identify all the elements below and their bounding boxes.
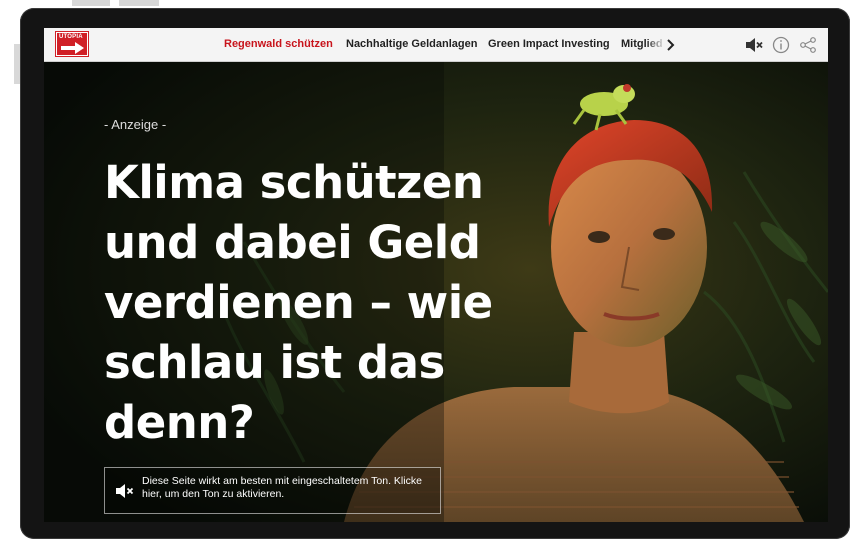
decorative-bar <box>72 0 110 6</box>
decorative-bar <box>119 0 159 6</box>
tablet-screen: UTOPIA Regenwald schützen Nachhaltige Ge… <box>44 28 828 522</box>
ad-label: - Anzeige - <box>104 117 167 132</box>
headline-line: und dabei Geld <box>104 216 481 269</box>
nav-link-regenwald[interactable]: Regenwald schützen <box>224 38 333 50</box>
headline-line: schlau ist das <box>104 336 445 389</box>
hero-section: - Anzeige - Klima schützen und dabei Gel… <box>44 62 828 522</box>
logo-text: UTOPIA <box>59 34 83 40</box>
nav-link-impact-investing[interactable]: Green Impact Investing <box>488 38 610 50</box>
info-icon[interactable] <box>771 35 791 55</box>
nav-link-geldanlagen[interactable]: Nachhaltige Geldanlagen <box>346 38 477 50</box>
hero-headline: Klima schützen und dabei Geld verdienen … <box>104 153 574 453</box>
headline-line: Klima schützen <box>104 156 484 209</box>
top-navigation-bar: UTOPIA Regenwald schützen Nachhaltige Ge… <box>44 28 828 62</box>
headline-line: verdienen – wie <box>104 276 493 329</box>
utopia-logo[interactable]: UTOPIA <box>56 32 88 56</box>
headline-line: denn? <box>104 396 255 449</box>
share-icon[interactable] <box>798 35 818 55</box>
speaker-muted-icon <box>116 484 134 498</box>
logo-arrow-icon <box>61 42 84 54</box>
enable-sound-button[interactable]: Diese Seite wirkt am besten mit eingesch… <box>104 467 441 514</box>
nav-link-mitglied[interactable]: Mitglied <box>621 38 666 50</box>
sound-notice-text: Diese Seite wirkt am besten mit eingesch… <box>142 475 422 500</box>
nav-links: Regenwald schützen Nachhaltige Geldanlag… <box>224 28 684 61</box>
chevron-right-icon[interactable] <box>664 37 678 53</box>
speaker-muted-icon[interactable] <box>744 35 764 55</box>
